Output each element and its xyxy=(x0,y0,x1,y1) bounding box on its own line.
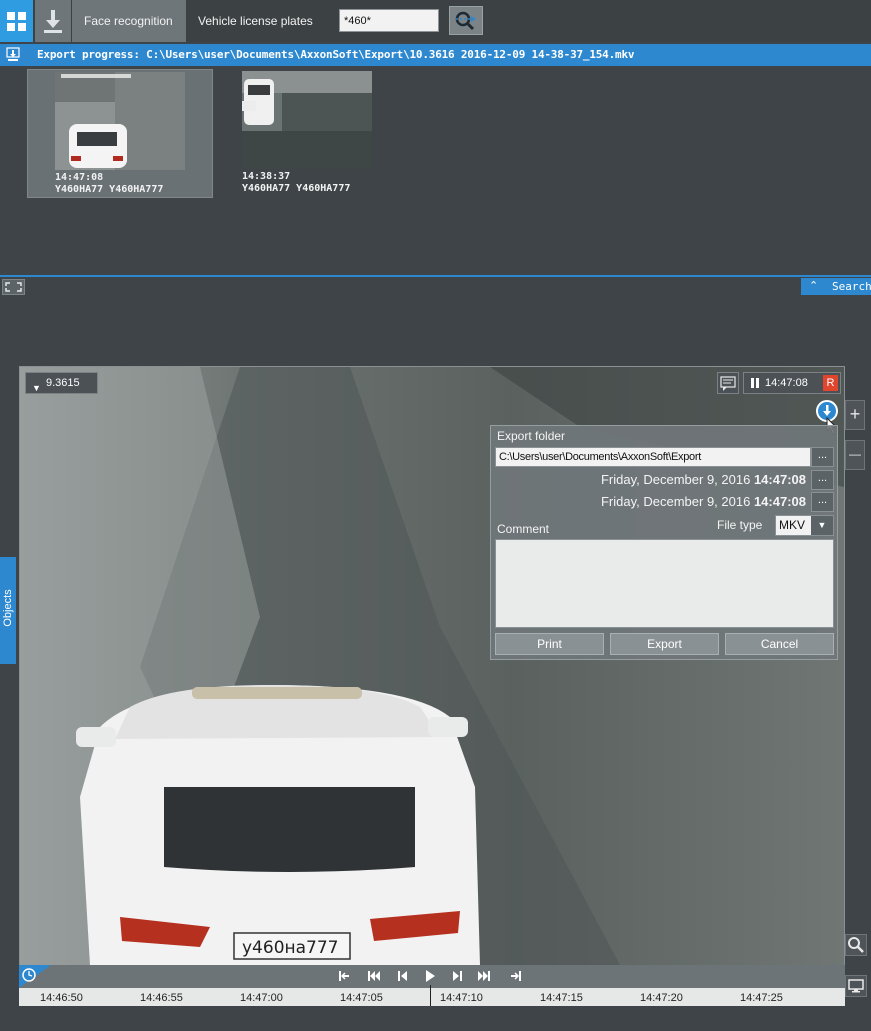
playback-controls xyxy=(19,965,845,988)
result-thumbnail xyxy=(242,71,372,169)
tab-face-recognition[interactable]: Face recognition xyxy=(72,0,186,42)
timeline-tick: 14:47:05 xyxy=(340,992,383,1004)
export-progress-text: Export progress: C:\Users\user\Documents… xyxy=(37,48,635,61)
browse-folder-button[interactable]: ... xyxy=(811,447,834,467)
svg-text:y460нa777: y460нa777 xyxy=(242,938,339,958)
go-to-end-icon[interactable] xyxy=(509,969,523,983)
timeline-tick: 14:47:15 xyxy=(540,992,583,1004)
result-plates: Y460HA77 Y460HA777 xyxy=(55,184,164,195)
camera-time-display: 14:47:08 R xyxy=(743,372,841,394)
file-type-label: File type xyxy=(717,518,763,532)
comment-label: Comment xyxy=(497,522,550,536)
timeline-tick: 14:46:50 xyxy=(40,992,83,1004)
end-time-button[interactable]: ... xyxy=(811,492,834,512)
top-toolbar: Face recognition Vehicle license plates xyxy=(0,0,871,42)
tab-vehicle-license-plates[interactable]: Vehicle license plates xyxy=(186,0,329,42)
chevron-up-icon: ⌃ xyxy=(809,280,819,292)
timeline-tick: 14:46:55 xyxy=(140,992,183,1004)
monitor-icon[interactable] xyxy=(845,975,867,997)
export-status-icon xyxy=(6,47,20,61)
download-icon[interactable] xyxy=(35,0,71,42)
print-button[interactable]: Print xyxy=(495,633,604,655)
search-tab-label: Search xyxy=(832,280,871,293)
end-time: 14:47:08 xyxy=(753,494,806,509)
start-time-button[interactable]: ... xyxy=(811,470,834,490)
objects-tab-label: Objects xyxy=(2,589,14,627)
panel-divider[interactable] xyxy=(0,275,871,277)
clock-icon[interactable] xyxy=(19,965,51,988)
result-card[interactable]: 14:47:08 Y460HA77 Y460HA777 xyxy=(27,69,213,198)
objects-side-tab[interactable]: Objects xyxy=(0,557,16,664)
grid-icon[interactable] xyxy=(0,0,33,42)
export-end-time: Friday, December 9, 2016 14:47:08 xyxy=(601,494,806,509)
file-type-select[interactable]: MKV ▼ xyxy=(775,515,834,536)
export-folder-label: Export folder xyxy=(497,429,566,443)
search-go-icon[interactable] xyxy=(449,6,483,35)
start-time: 14:47:08 xyxy=(753,472,806,487)
record-indicator: R xyxy=(823,375,838,391)
start-date: Friday, December 9, 2016 xyxy=(600,472,751,487)
comment-textarea[interactable] xyxy=(495,539,834,628)
magnifier-icon[interactable] xyxy=(845,934,867,956)
export-folder-path[interactable]: C:\Users\user\Documents\AxxonSoft\Export xyxy=(495,447,811,467)
step-back-icon[interactable] xyxy=(395,969,409,983)
fast-forward-icon[interactable] xyxy=(477,969,491,983)
export-dialog: Export folder C:\Users\user\Documents\Ax… xyxy=(490,425,838,660)
result-card[interactable]: 14:38:37 Y460HA77 Y460HA777 xyxy=(215,69,401,198)
zoom-in-button[interactable]: + xyxy=(845,400,865,430)
timeline-tick: 14:47:10 xyxy=(440,992,483,1004)
pause-icon[interactable] xyxy=(751,378,754,388)
search-results: 14:47:08 Y460HA77 Y460HA777 14:38:37 Y46… xyxy=(0,66,871,276)
timeline-tick: 14:47:25 xyxy=(740,992,783,1004)
play-icon[interactable] xyxy=(423,969,437,983)
fast-rewind-icon[interactable] xyxy=(367,969,381,983)
camera-selector[interactable]: ▼ 9.3615 xyxy=(25,372,98,394)
timeline-tick: 14:47:00 xyxy=(240,992,283,1004)
end-date: Friday, December 9, 2016 xyxy=(600,494,751,509)
result-thumbnail xyxy=(55,72,185,170)
export-start-time: Friday, December 9, 2016 14:47:08 xyxy=(601,472,806,487)
chevron-down-icon: ▼ xyxy=(811,516,833,535)
fullscreen-icon[interactable] xyxy=(2,279,25,295)
export-button[interactable]: Export xyxy=(610,633,719,655)
file-type-value: MKV xyxy=(779,518,806,532)
search-panel-toggle[interactable]: ⌃ Search xyxy=(801,278,871,295)
cancel-button[interactable]: Cancel xyxy=(725,633,834,655)
dropdown-arrow-icon: ▼ xyxy=(32,383,41,393)
timeline[interactable]: 14:46:50 14:46:55 14:47:00 14:47:05 14:4… xyxy=(19,985,845,1006)
result-time: 14:47:08 xyxy=(55,172,104,183)
step-forward-icon[interactable] xyxy=(451,969,465,983)
timeline-cursor[interactable] xyxy=(430,985,431,1006)
plate-search-input[interactable] xyxy=(339,9,439,32)
camera-id: 9.3615 xyxy=(46,377,80,389)
export-progress-bar: Export progress: C:\Users\user\Documents… xyxy=(0,44,871,66)
timeline-tick: 14:47:20 xyxy=(640,992,683,1004)
comment-icon[interactable] xyxy=(717,372,739,394)
zoom-out-button[interactable]: — xyxy=(845,440,865,470)
camera-time: 14:47:08 xyxy=(765,377,808,389)
result-time: 14:38:37 xyxy=(242,171,291,182)
go-to-start-icon[interactable] xyxy=(337,969,351,983)
result-plates: Y460HA77 Y460HA777 xyxy=(242,183,351,194)
